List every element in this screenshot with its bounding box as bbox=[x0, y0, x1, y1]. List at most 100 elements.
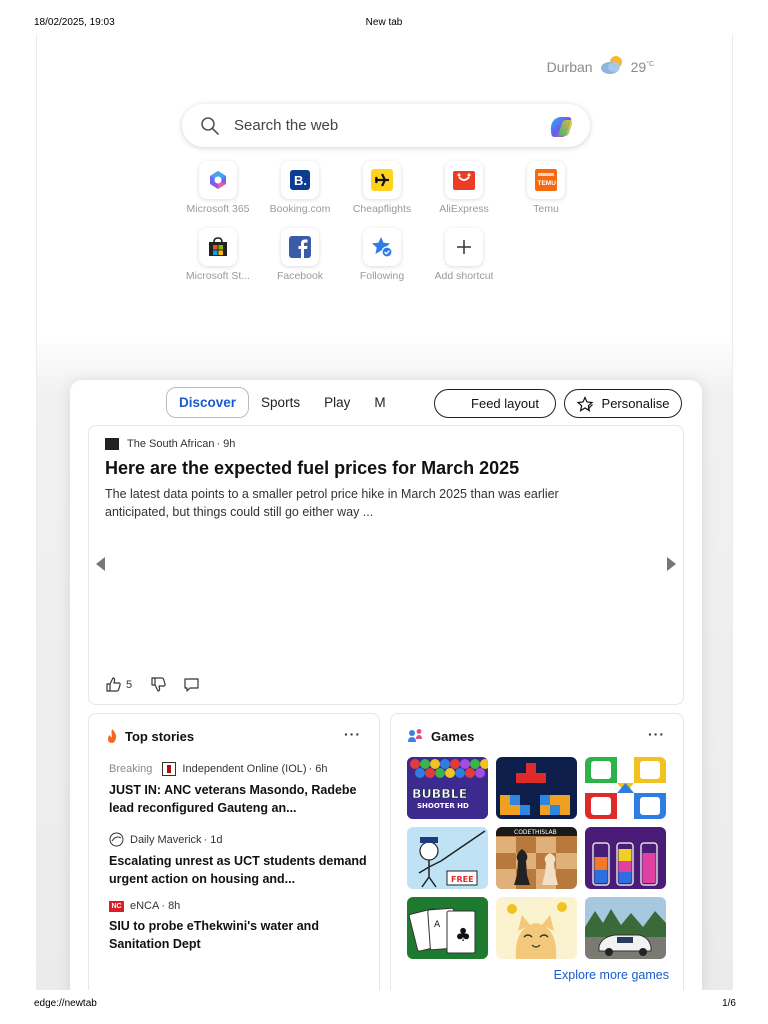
game-tile-bubble-shooter[interactable]: BUBBLE SHOOTER HD bbox=[407, 757, 488, 819]
games-grid: BUBBLE SHOOTER HD FREE CODETHISLAB ♣ A bbox=[407, 757, 666, 959]
shortcut-label: Following bbox=[359, 270, 405, 282]
personalise-button[interactable]: Personalise bbox=[564, 389, 682, 418]
carousel-previous-icon[interactable] bbox=[96, 557, 105, 571]
shortcut-label: Booking.com bbox=[269, 203, 331, 215]
chess-thumbnail: CODETHISLAB bbox=[496, 827, 577, 889]
flame-icon bbox=[108, 729, 117, 743]
solitaire-thumbnail: ♣ A bbox=[407, 897, 488, 959]
top-stories-title: Top stories bbox=[125, 728, 195, 744]
shortcut-label: Temu bbox=[533, 203, 559, 215]
story-summary: The latest data points to a smaller petr… bbox=[105, 487, 559, 519]
top-stories-header: Top stories bbox=[105, 728, 194, 744]
game-tile-chess[interactable]: CODETHISLAB bbox=[496, 827, 577, 889]
story-meta: NC eNCA · 8h bbox=[109, 900, 369, 912]
shortcut-aliexpress[interactable]: AliExpress bbox=[423, 161, 505, 215]
shortcut-label: Microsoft St... bbox=[185, 270, 251, 282]
booking-icon: B. bbox=[281, 161, 319, 199]
story-title[interactable]: SIU to probe eThekwini's water and Sanit… bbox=[109, 917, 369, 953]
story-title[interactable]: Escalating unrest as UCT students demand… bbox=[109, 852, 369, 888]
copilot-icon[interactable] bbox=[546, 111, 576, 141]
game-tile-stickman-puzzle[interactable]: FREE bbox=[407, 827, 488, 889]
shortcut-label: Microsoft 365 bbox=[186, 203, 250, 215]
more-options-icon[interactable]: ··· bbox=[648, 726, 665, 742]
main-story-card[interactable]: The South African · 9h Here are the expe… bbox=[88, 425, 684, 705]
thumbs-up-icon[interactable] bbox=[105, 676, 122, 693]
story-meta: Daily Maverick · 1d bbox=[109, 832, 369, 847]
shortcut-label: Add shortcut bbox=[434, 270, 494, 282]
story-title[interactable]: JUST IN: ANC veterans Masondo, Radebe le… bbox=[109, 781, 369, 817]
plus-icon bbox=[445, 228, 483, 266]
svg-text:SHOOTER HD: SHOOTER HD bbox=[417, 802, 469, 810]
tab-discover[interactable]: Discover bbox=[166, 387, 250, 418]
story-age: · 6h bbox=[308, 763, 328, 775]
thumbs-down-icon[interactable] bbox=[150, 676, 167, 693]
shortcut-booking[interactable]: B. Booking.com bbox=[259, 161, 341, 215]
story-age: · 9h bbox=[216, 438, 236, 450]
enca-logo-icon: NC bbox=[109, 900, 124, 912]
feed-layout-button[interactable]: Feed layout bbox=[434, 389, 556, 418]
cat-game-thumbnail bbox=[496, 897, 577, 959]
microsoft-store-icon bbox=[199, 228, 237, 266]
explore-more-games-link[interactable]: Explore more games bbox=[554, 968, 669, 982]
daily-maverick-logo-icon bbox=[109, 832, 124, 847]
story-age: · 8h bbox=[161, 900, 181, 912]
carousel-next-icon[interactable] bbox=[667, 557, 676, 571]
shortcut-following[interactable]: Following bbox=[341, 228, 423, 282]
story-age: · 1d bbox=[203, 833, 223, 846]
shortcut-label: AliExpress bbox=[439, 203, 489, 215]
story-item[interactable]: NC eNCA · 8h SIU to probe eThekwini's wa… bbox=[109, 900, 369, 953]
story-reactions: 5 bbox=[105, 676, 200, 693]
print-header: 18/02/2025, 19:03 New tab bbox=[0, 17, 768, 31]
story-headline[interactable]: Here are the expected fuel prices for Ma… bbox=[105, 458, 519, 479]
tab-sports[interactable]: Sports bbox=[249, 388, 312, 417]
story-source: Independent Online (IOL) bbox=[182, 763, 307, 775]
feed-tabs: Discover Sports Play M bbox=[166, 387, 398, 418]
game-tile-car-racing[interactable] bbox=[585, 897, 666, 959]
shortcut-facebook[interactable]: Facebook bbox=[259, 228, 341, 282]
iol-logo-icon bbox=[162, 762, 177, 776]
story-source: The South African · 9h bbox=[105, 438, 235, 450]
like-count: 5 bbox=[126, 678, 133, 691]
cheapflights-icon bbox=[363, 161, 401, 199]
more-options-icon[interactable]: ··· bbox=[344, 726, 361, 742]
weather-temperature: 29 °C bbox=[631, 59, 654, 75]
block-puzzle-thumbnail bbox=[496, 757, 577, 819]
print-url: edge://newtab bbox=[34, 998, 97, 1009]
tab-play[interactable]: Play bbox=[312, 388, 362, 417]
shortcuts-grid: Microsoft 365 B. Booking.com Cheapflight… bbox=[177, 161, 597, 282]
comment-icon[interactable] bbox=[183, 676, 200, 693]
search-icon bbox=[201, 116, 219, 135]
weather-city: Durban bbox=[546, 58, 593, 75]
shortcut-temu[interactable]: TEMU Temu bbox=[505, 161, 587, 215]
svg-text:A: A bbox=[434, 920, 441, 930]
story-meta: Breaking Independent Online (IOL) · 6h bbox=[109, 762, 369, 776]
stickman-puzzle-thumbnail: FREE bbox=[407, 827, 488, 889]
game-tile-water-sort[interactable] bbox=[585, 827, 666, 889]
print-title: New tab bbox=[365, 17, 403, 28]
svg-text:B.: B. bbox=[294, 173, 307, 188]
temperature-value: 29 bbox=[630, 58, 647, 75]
tab-more[interactable]: M bbox=[362, 388, 397, 417]
shortcut-cheapflights[interactable]: Cheapflights bbox=[341, 161, 423, 215]
game-tile-solitaire[interactable]: ♣ A bbox=[407, 897, 488, 959]
story-item[interactable]: Breaking Independent Online (IOL) · 6h J… bbox=[109, 762, 369, 817]
temu-icon: TEMU bbox=[527, 161, 565, 199]
partly-cloudy-icon bbox=[599, 54, 625, 79]
news-feed: Discover Sports Play M Feed layout Perso… bbox=[70, 380, 702, 990]
games-icon bbox=[408, 729, 422, 742]
shortcut-microsoft-365[interactable]: Microsoft 365 bbox=[177, 161, 259, 215]
source-name: The South African bbox=[127, 438, 215, 450]
add-shortcut-button[interactable]: Add shortcut bbox=[423, 228, 505, 282]
breaking-tag: Breaking bbox=[109, 763, 153, 775]
game-tile-cat-game[interactable] bbox=[496, 897, 577, 959]
search-box[interactable]: Search the web bbox=[182, 104, 590, 147]
story-source: Daily Maverick bbox=[130, 833, 202, 846]
game-tile-ludo[interactable] bbox=[585, 757, 666, 819]
search-input[interactable]: Search the web bbox=[234, 117, 546, 134]
story-item[interactable]: Daily Maverick · 1d Escalating unrest as… bbox=[109, 832, 369, 888]
source-logo bbox=[105, 438, 119, 450]
game-tile-block-puzzle[interactable] bbox=[496, 757, 577, 819]
shortcut-microsoft-store[interactable]: Microsoft St... bbox=[177, 228, 259, 282]
new-tab-page: Durban 29 °C Search the web Microsoft 36… bbox=[36, 34, 733, 990]
weather-widget[interactable]: Durban 29 °C bbox=[547, 54, 654, 79]
